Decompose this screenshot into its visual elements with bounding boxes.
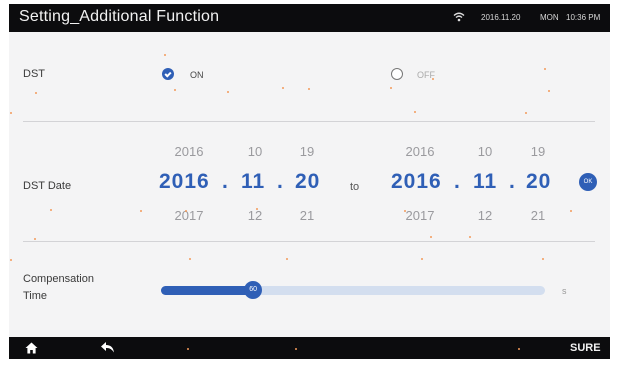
status-date: 2016.11.20 — [481, 13, 521, 22]
decorative-dot — [50, 209, 52, 211]
compensation-slider-handle[interactable]: 60 — [244, 281, 263, 299]
start-month-prev[interactable]: 10 — [243, 144, 267, 159]
decorative-dot — [256, 208, 258, 210]
sure-button[interactable]: SURE — [570, 342, 601, 354]
divider — [23, 241, 595, 242]
status-time: 10:36 PM — [566, 13, 601, 22]
status-weekday: MON — [540, 13, 559, 22]
compensation-slider-fill — [161, 286, 254, 295]
decorative-dot — [174, 89, 176, 91]
decorative-dot — [286, 258, 288, 260]
decorative-dot — [414, 111, 416, 113]
end-sep-2: . — [509, 170, 516, 193]
decorative-dot — [404, 210, 406, 212]
decorative-dot — [164, 54, 166, 56]
end-day-prev[interactable]: 19 — [526, 144, 550, 159]
decorative-dot — [282, 87, 284, 89]
decorative-dot — [518, 348, 520, 350]
end-day-selected[interactable]: 20 — [526, 170, 551, 194]
confirm-button[interactable]: OK — [579, 173, 597, 191]
start-day-selected[interactable]: 20 — [295, 170, 320, 194]
dst-on-radio[interactable] — [162, 68, 174, 80]
decorative-dot — [295, 348, 297, 350]
to-label: to — [350, 181, 360, 193]
decorative-dot — [227, 91, 229, 93]
decorative-dot — [34, 238, 36, 240]
decorative-dot — [35, 92, 37, 94]
compensation-label-line2: Time — [23, 290, 48, 302]
compensation-label-line1: Compensation — [23, 273, 94, 285]
dst-label: DST — [23, 68, 45, 80]
end-year-prev[interactable]: 2016 — [398, 144, 442, 159]
decorative-dot — [421, 258, 423, 260]
end-month-next[interactable]: 12 — [473, 208, 497, 223]
page-title: Setting_Additional Function — [19, 8, 220, 25]
start-day-next[interactable]: 21 — [295, 208, 319, 223]
decorative-dot — [544, 68, 546, 70]
decorative-dot — [432, 78, 434, 80]
end-year-selected[interactable]: 2016 — [391, 170, 442, 194]
decorative-dot — [187, 348, 189, 350]
start-day-prev[interactable]: 19 — [295, 144, 319, 159]
start-month-next[interactable]: 12 — [243, 208, 267, 223]
decorative-dot — [570, 210, 572, 212]
decorative-dot — [390, 87, 392, 89]
decorative-dot — [548, 90, 550, 92]
decorative-dot — [430, 236, 432, 238]
end-month-prev[interactable]: 10 — [473, 144, 497, 159]
start-year-selected[interactable]: 2016 — [159, 170, 210, 194]
end-month-selected[interactable]: 11 — [473, 170, 497, 194]
start-year-prev[interactable]: 2016 — [167, 144, 211, 159]
decorative-dot — [185, 210, 187, 212]
decorative-dot — [10, 112, 12, 114]
decorative-dot — [542, 258, 544, 260]
back-icon[interactable] — [101, 342, 115, 353]
settings-screen: Setting_Additional Function 2016.11.20 M… — [9, 4, 610, 359]
dst-off-radio[interactable] — [391, 68, 403, 80]
home-icon[interactable] — [25, 342, 38, 354]
decorative-dot — [189, 258, 191, 260]
decorative-dot — [140, 210, 142, 212]
decorative-dot — [525, 112, 527, 114]
start-month-selected[interactable]: 11 — [241, 170, 265, 194]
decorative-dot — [10, 259, 12, 261]
compensation-unit: s — [562, 286, 567, 296]
start-sep-1: . — [222, 170, 229, 193]
start-year-next[interactable]: 2017 — [167, 208, 211, 223]
divider — [23, 121, 595, 122]
end-sep-1: . — [454, 170, 461, 193]
wifi-icon — [453, 12, 465, 22]
decorative-dot — [308, 88, 310, 90]
dst-date-label: DST Date — [23, 180, 72, 192]
end-day-next[interactable]: 21 — [526, 208, 550, 223]
dst-on-label[interactable]: ON — [190, 70, 204, 80]
decorative-dot — [469, 236, 471, 238]
top-bar: Setting_Additional Function 2016.11.20 M… — [9, 4, 610, 32]
start-sep-2: . — [277, 170, 284, 193]
